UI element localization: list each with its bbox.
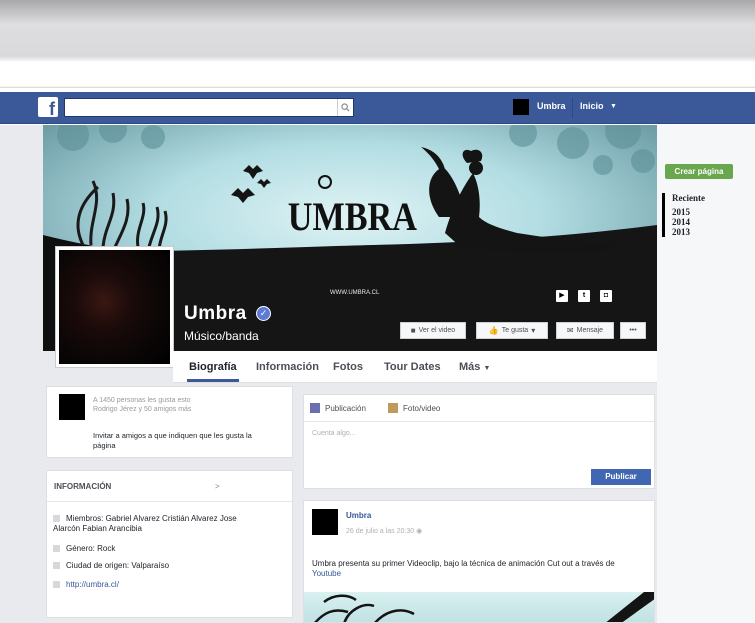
year-item[interactable]: 2013 bbox=[672, 227, 705, 237]
search-box[interactable] bbox=[64, 98, 354, 117]
post-date-text: 26 de julio a las 20:30 bbox=[346, 528, 415, 535]
watch-video-label: Ver el video bbox=[418, 327, 456, 334]
info-genre: Género: Rock bbox=[53, 544, 115, 554]
instagram-icon[interactable]: ◘ bbox=[600, 290, 612, 302]
info-website: http://umbra.cl/ bbox=[53, 580, 119, 590]
website-link[interactable]: http://umbra.cl/ bbox=[66, 580, 119, 589]
composer-media-label: Foto/video bbox=[403, 403, 441, 413]
tab-more[interactable]: Más ▼ bbox=[459, 361, 490, 373]
likes-friends[interactable]: Rodrigo Jérez y 50 amigos más bbox=[93, 405, 243, 414]
top-navigation-bar: f bbox=[0, 92, 755, 124]
post-youtube-link[interactable]: Youtube bbox=[312, 569, 341, 578]
watch-video-button[interactable]: ■ Ver el video bbox=[400, 322, 466, 339]
message-button[interactable]: ✉ Mensaje bbox=[556, 322, 614, 339]
info-members: Miembros: Gabriel Alvarez Cristián Alvar… bbox=[53, 514, 253, 534]
post-composer: Publicación Foto/video Cuenta algo... Pu… bbox=[303, 394, 655, 489]
thumbs-up-icon: 👍 bbox=[488, 326, 499, 335]
facebook-logo-icon[interactable]: f bbox=[38, 97, 58, 117]
composer-post-option[interactable]: Publicación bbox=[310, 403, 366, 413]
profile-picture-image bbox=[59, 250, 170, 364]
chevron-down-icon: ▾ bbox=[531, 326, 536, 335]
divider bbox=[47, 501, 292, 502]
like-button[interactable]: 👍 Te gusta ▾ bbox=[476, 322, 548, 339]
more-options-icon: ••• bbox=[629, 327, 637, 334]
chevron-down-icon: ▼ bbox=[483, 365, 491, 372]
create-page-button[interactable]: Crear página bbox=[665, 164, 733, 179]
timeline-years: Reciente 2015 2014 2013 bbox=[662, 193, 705, 237]
tab-biography[interactable]: Biografía bbox=[187, 361, 239, 382]
info-origin: Ciudad de origen: Valparaíso bbox=[53, 561, 169, 571]
nav-dropdown-icon[interactable]: ▼ bbox=[610, 103, 617, 110]
post-author-avatar[interactable] bbox=[312, 509, 338, 535]
post-image[interactable] bbox=[304, 592, 654, 622]
year-recent[interactable]: Reciente bbox=[672, 193, 705, 203]
page-name[interactable]: Umbra bbox=[184, 303, 247, 325]
post-date[interactable]: 26 de julio a las 20:30 ◉ bbox=[346, 527, 422, 535]
tab-information[interactable]: Información bbox=[256, 361, 319, 373]
publish-button[interactable]: Publicar bbox=[591, 469, 651, 485]
message-label: Mensaje bbox=[576, 327, 604, 334]
search-icon bbox=[341, 103, 350, 112]
members-label: Miembros: bbox=[66, 514, 104, 523]
invite-friends-link[interactable]: Invitar a amigos a que indiquen que les … bbox=[93, 431, 253, 451]
members-icon bbox=[53, 515, 60, 522]
tab-tour-dates[interactable]: Tour Dates bbox=[384, 361, 441, 373]
profile-picture[interactable] bbox=[55, 246, 174, 368]
timeline-post: Umbra 26 de julio a las 20:30 ◉ Umbra pr… bbox=[303, 500, 655, 623]
friend-avatar[interactable] bbox=[59, 394, 85, 420]
composer-post-label: Publicación bbox=[325, 403, 366, 413]
band-logo: UMBRA bbox=[288, 196, 417, 240]
genre-value: Género: Rock bbox=[66, 544, 116, 553]
user-avatar[interactable] bbox=[513, 99, 529, 115]
composer-media-option[interactable]: Foto/video bbox=[388, 403, 440, 413]
post-text: Umbra presenta su primer Videoclip, bajo… bbox=[312, 559, 642, 579]
divider bbox=[304, 421, 654, 422]
nav-divider bbox=[572, 98, 573, 118]
info-card: INFORMACIÓN > Miembros: Gabriel Alvarez … bbox=[46, 470, 293, 618]
likes-card: A 1450 personas les gusta esto Rodrigo J… bbox=[46, 386, 293, 458]
cover-url: WWW.UMBRA.CL bbox=[330, 290, 380, 296]
likes-count: A 1450 personas les gusta esto bbox=[93, 397, 191, 404]
chevron-right-icon[interactable]: > bbox=[215, 482, 220, 491]
more-options-button[interactable]: ••• bbox=[620, 322, 646, 339]
message-icon: ✉ bbox=[566, 326, 574, 335]
youtube-icon[interactable]: ▶ bbox=[556, 290, 568, 302]
browser-chrome bbox=[0, 0, 755, 88]
video-camera-icon: ■ bbox=[410, 326, 416, 335]
post-body: Umbra presenta su primer Videoclip, bajo… bbox=[312, 559, 615, 568]
globe-icon bbox=[53, 581, 60, 588]
page-tabs: Biografía Información Fotos Tour Dates M… bbox=[173, 351, 657, 383]
info-title: INFORMACIÓN bbox=[54, 482, 112, 491]
like-label: Te gusta bbox=[501, 327, 529, 334]
likes-summary: A 1450 personas les gusta esto Rodrigo J… bbox=[93, 396, 243, 414]
privacy-icon: ◉ bbox=[416, 528, 423, 535]
search-input[interactable] bbox=[65, 99, 337, 116]
verified-badge-icon: ✓ bbox=[256, 306, 271, 321]
year-item[interactable]: 2015 bbox=[672, 207, 705, 217]
nav-home-link[interactable]: Inicio bbox=[580, 101, 604, 111]
search-button[interactable] bbox=[337, 99, 353, 116]
nav-user-name[interactable]: Umbra bbox=[537, 101, 566, 111]
post-icon bbox=[310, 403, 320, 413]
tab-photos[interactable]: Fotos bbox=[333, 361, 363, 373]
photo-icon bbox=[388, 403, 398, 413]
genre-icon bbox=[53, 545, 60, 552]
page-category: Músico/banda bbox=[184, 329, 259, 343]
year-item[interactable]: 2014 bbox=[672, 217, 705, 227]
tab-more-label: Más bbox=[459, 361, 481, 373]
composer-input[interactable]: Cuenta algo... bbox=[312, 430, 356, 437]
post-author[interactable]: Umbra bbox=[346, 511, 371, 520]
location-icon bbox=[53, 562, 60, 569]
twitter-icon[interactable]: t bbox=[578, 290, 590, 302]
post-image-artwork bbox=[314, 592, 654, 622]
origin-value: Ciudad de origen: Valparaíso bbox=[66, 561, 170, 570]
